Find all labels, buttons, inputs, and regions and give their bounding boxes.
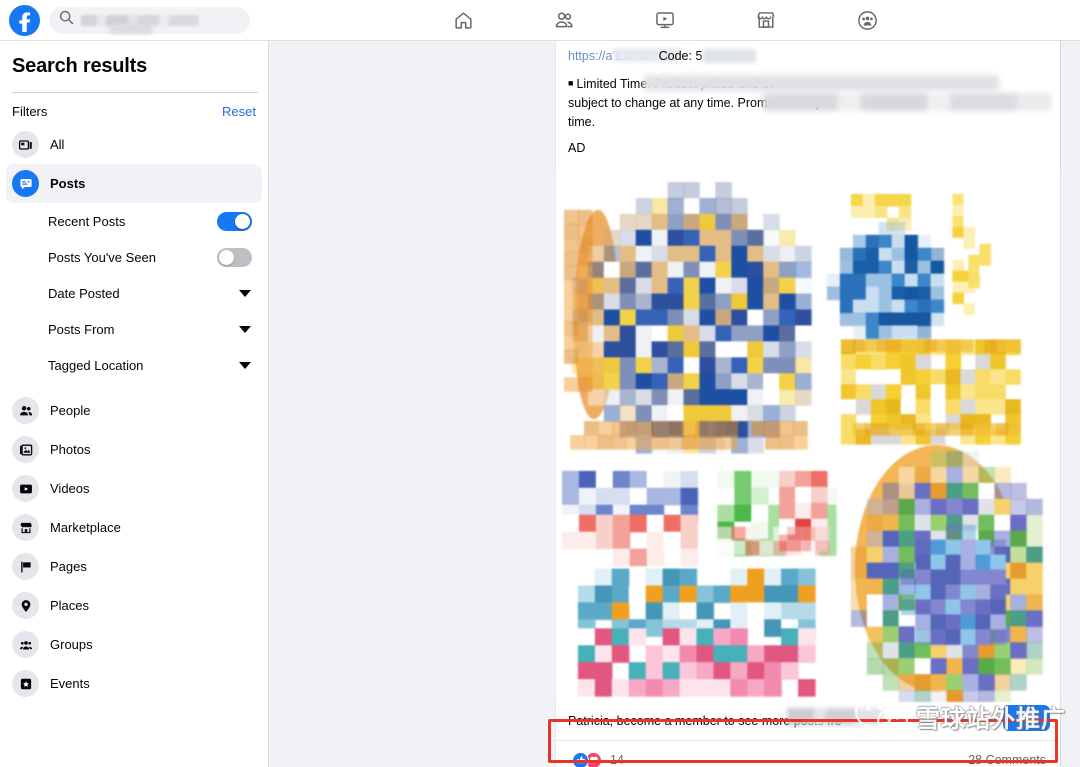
filter-recent-posts[interactable]: Recent Posts: [6, 203, 258, 239]
post-disclaimer: ■Limited Time. Product prices and av sub…: [568, 74, 1048, 132]
nav-friends-button[interactable]: [514, 0, 615, 41]
filter-label: Tagged Location: [48, 358, 143, 373]
sidebar-item-events[interactable]: Events: [6, 664, 262, 703]
join-prompt-text: Patricia, become a member to see more po…: [568, 714, 842, 728]
sidebar-item-marketplace[interactable]: Marketplace: [6, 508, 262, 547]
reset-filters-button[interactable]: Reset: [222, 104, 256, 119]
groups-icon: [12, 631, 39, 658]
disclaimer-redacted-1: [644, 75, 999, 91]
page-title: Search results: [0, 41, 268, 78]
nav-marketplace-button[interactable]: [716, 0, 817, 41]
filter-label: Posts You've Seen: [48, 250, 156, 265]
filters-header: Filters Reset: [0, 93, 268, 125]
sidebar-item-label: Photos: [50, 442, 90, 457]
promo-code: Code: 5: [659, 46, 703, 66]
sidebar-item-posts[interactable]: Posts: [6, 164, 262, 203]
photos-icon: [12, 436, 39, 463]
sidebar-item-videos[interactable]: Videos: [6, 469, 262, 508]
events-icon: [12, 670, 39, 697]
sidebar-item-places[interactable]: Places: [6, 586, 262, 625]
sidebar-item-label: Places: [50, 598, 89, 613]
disclaimer-line2: subject to change at any time. Promo c: [568, 96, 784, 110]
sidebar-item-label: All: [50, 137, 64, 152]
sidebar-item-label: Pages: [50, 559, 87, 574]
ad-label: AD: [568, 141, 1048, 155]
sidebar-item-groups[interactable]: Groups: [6, 625, 262, 664]
bullet-icon: ■: [568, 78, 573, 88]
filter-tagged-location[interactable]: Tagged Location: [6, 347, 258, 383]
chevron-down-icon[interactable]: [239, 326, 251, 333]
post-media-collage[interactable]: [556, 170, 1060, 702]
join-button[interactable]: Join: [1003, 705, 1050, 731]
filter-label: Date Posted: [48, 286, 120, 301]
join-group-prompt: Patricia, become a member to see more po…: [556, 702, 1060, 740]
reactions-group[interactable]: 14: [572, 752, 624, 767]
search-results-main: https://a’Edkxbr Code: 5 ■Limited Time. …: [269, 41, 1080, 767]
post-body: https://a’Edkxbr Code: 5 ■Limited Time. …: [556, 41, 1060, 155]
facebook-search-results-page: Search results Filters Reset All Posts R…: [0, 0, 1080, 767]
group-name-redacted: [787, 708, 883, 725]
post-card: https://a’Edkxbr Code: 5 ■Limited Time. …: [555, 41, 1061, 767]
filter-posts-youve-seen[interactable]: Posts You've Seen: [6, 239, 258, 275]
search-filters-sidebar: Search results Filters Reset All Posts R…: [0, 41, 269, 767]
like-reaction-icon: [572, 752, 589, 767]
comment-count[interactable]: 28 Comments: [968, 753, 1046, 767]
post-link[interactable]: https://a’Edkxbr: [568, 41, 654, 65]
promo-code-redacted: [703, 49, 756, 63]
people-icon: [12, 397, 39, 424]
disclaimer-line3: time.: [568, 115, 595, 129]
sidebar-item-label: Posts: [50, 176, 85, 191]
filter-label: Posts From: [48, 322, 114, 337]
marketplace-icon: [12, 514, 39, 541]
search-icon: [59, 10, 74, 30]
nav-watch-button[interactable]: [615, 0, 716, 41]
promo-code-label: Code: 5: [659, 49, 703, 63]
top-navigation-bar: [0, 0, 1080, 41]
sidebar-item-pages[interactable]: Pages: [6, 547, 262, 586]
filter-posts-from[interactable]: Posts From: [6, 311, 258, 347]
recent-posts-toggle[interactable]: [217, 212, 252, 231]
post-image-pixelated[interactable]: [556, 170, 1060, 702]
sidebar-item-all[interactable]: All: [6, 125, 262, 164]
filters-label: Filters: [12, 104, 47, 119]
nav-groups-button[interactable]: [817, 0, 918, 41]
sidebar-item-label: Videos: [50, 481, 90, 496]
filter-date-posted[interactable]: Date Posted: [6, 275, 258, 311]
post-stats-row: 14 28 Comments: [556, 740, 1060, 767]
sidebar-item-label: Groups: [50, 637, 93, 652]
sidebar-item-label: Events: [50, 676, 90, 691]
videos-icon: [12, 475, 39, 502]
disclaimer-redacted-2: [763, 93, 1051, 111]
nav-center-group: [250, 0, 1080, 41]
chevron-down-icon[interactable]: [239, 290, 251, 297]
reaction-count: 14: [610, 753, 624, 767]
filter-label: Recent Posts: [48, 214, 125, 229]
chevron-down-icon[interactable]: [239, 362, 251, 369]
sidebar-item-photos[interactable]: Photos: [6, 430, 262, 469]
all-icon: [12, 131, 39, 158]
pages-icon: [12, 553, 39, 580]
sidebar-item-people[interactable]: People: [6, 391, 262, 430]
nav-home-button[interactable]: [413, 0, 514, 41]
posts-icon: [12, 170, 39, 197]
places-icon: [12, 592, 39, 619]
sidebar-item-label: Marketplace: [50, 520, 121, 535]
facebook-logo-icon[interactable]: [9, 5, 40, 36]
sidebar-item-label: People: [50, 403, 90, 418]
posts-youve-seen-toggle[interactable]: [217, 248, 252, 267]
post-link-prefix: https://a: [568, 49, 612, 63]
search-value-redacted-overflow: [110, 24, 152, 34]
